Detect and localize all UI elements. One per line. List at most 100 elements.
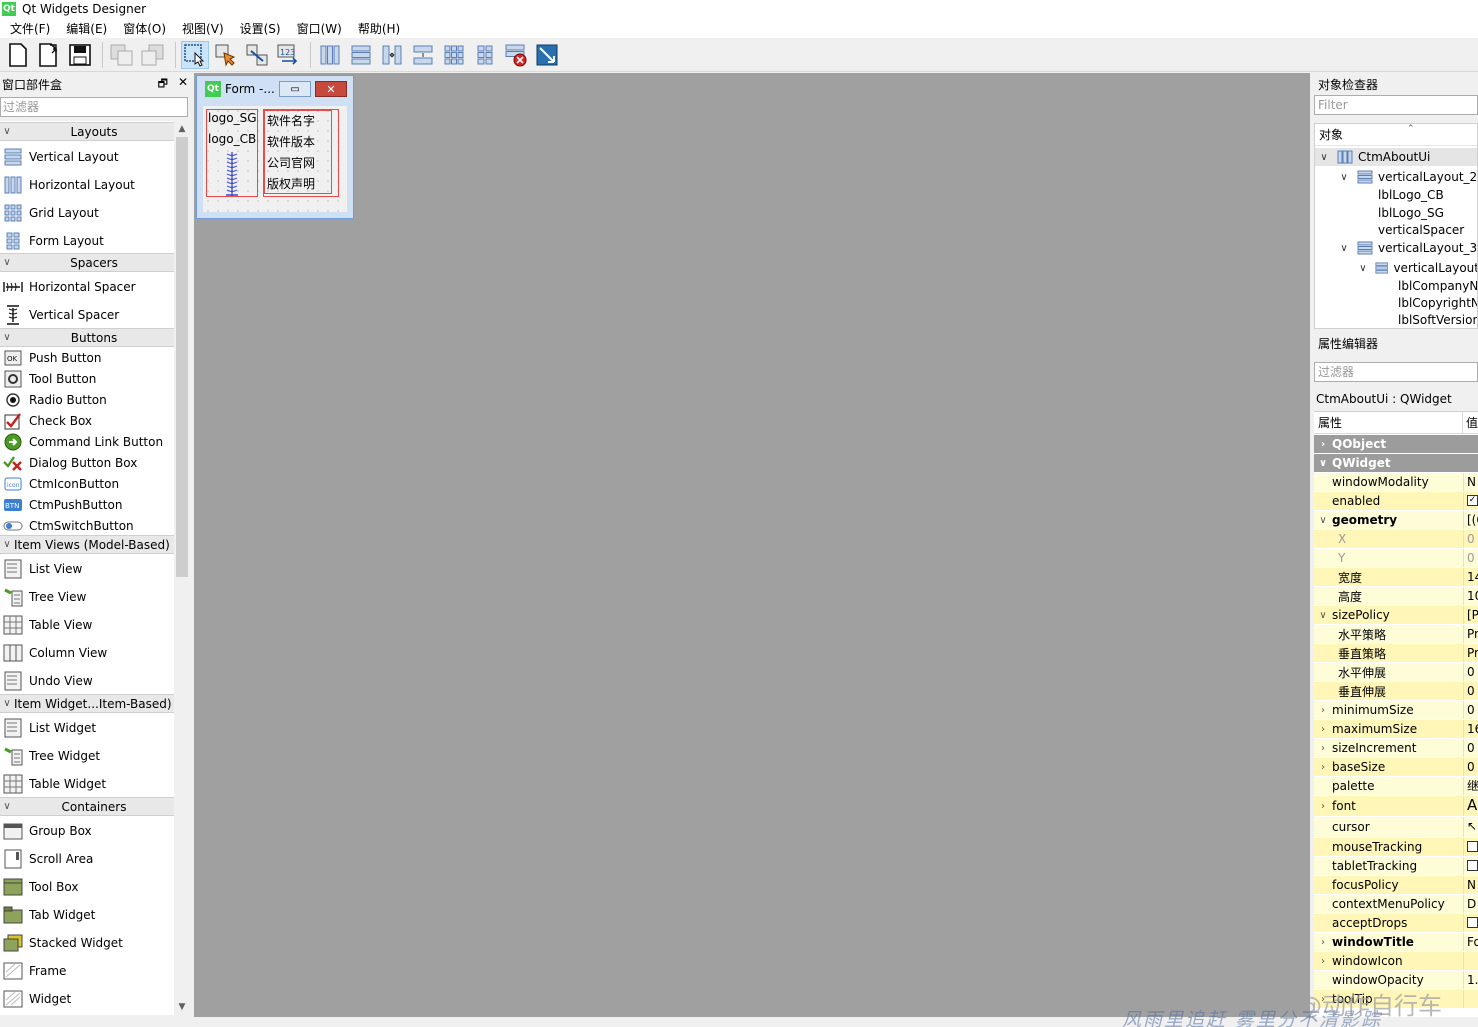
property-column-header[interactable]: 属性 bbox=[1314, 412, 1463, 433]
chevron-right-icon[interactable]: › bbox=[1314, 762, 1332, 773]
lay-out-form-button[interactable] bbox=[471, 41, 499, 69]
tablettracking-checkbox[interactable] bbox=[1467, 860, 1478, 871]
widget-item-vertical-layout[interactable]: Vertical Layout bbox=[0, 143, 174, 171]
widget-item-command-link-button[interactable]: Command Link Button bbox=[0, 431, 174, 452]
lay-out-vertical-splitter-button[interactable] bbox=[409, 41, 437, 69]
new-file-button[interactable] bbox=[4, 41, 32, 69]
prop-windowicon[interactable]: › windowIcon bbox=[1314, 952, 1478, 971]
lay-out-vertically-button[interactable] bbox=[347, 41, 375, 69]
widget-item-tree-widget[interactable]: Tree Widget bbox=[0, 742, 174, 770]
prop-geometry-x[interactable]: X0 bbox=[1314, 530, 1478, 549]
lay-out-grid-button[interactable] bbox=[440, 41, 468, 69]
float-dock-icon[interactable]: 🗗 bbox=[158, 75, 168, 94]
vertical-spacer-icon[interactable] bbox=[225, 152, 239, 196]
prop-windowtitle[interactable]: ›windowTitleFo bbox=[1314, 933, 1478, 952]
widget-item-dialog-button-box[interactable]: Dialog Button Box bbox=[0, 452, 174, 473]
acceptdrops-checkbox[interactable] bbox=[1467, 917, 1478, 928]
widget-item-widget[interactable]: Widget bbox=[0, 985, 174, 1013]
right-vertical-layout[interactable]: 软件名字 软件版本 公司官网 版权声明 bbox=[263, 109, 339, 197]
widget-item-group-box[interactable]: Group Box bbox=[0, 817, 174, 845]
enabled-checkbox[interactable]: ✓ bbox=[1467, 495, 1478, 506]
chevron-right-icon[interactable]: › bbox=[1314, 724, 1332, 735]
widget-item-stacked-widget[interactable]: Stacked Widget bbox=[0, 929, 174, 957]
bring-to-front-button[interactable] bbox=[108, 41, 136, 69]
menu-view[interactable]: 视图(V) bbox=[174, 20, 232, 37]
chevron-right-icon[interactable]: › bbox=[1314, 743, 1332, 754]
prop-vpolicy[interactable]: 垂直策略 Pr bbox=[1314, 644, 1478, 663]
prop-tablettracking[interactable]: tabletTracking bbox=[1314, 857, 1478, 876]
tree-row-ctmaboutui[interactable]: ∨ CtmAboutUi bbox=[1315, 148, 1477, 166]
prop-minimumsize[interactable]: › minimumSize 0 bbox=[1314, 701, 1478, 720]
menu-help[interactable]: 帮助(H) bbox=[350, 20, 408, 37]
left-vertical-layout[interactable]: logo_SG logo_CB bbox=[206, 109, 258, 197]
logo-sg-label[interactable]: logo_SG bbox=[208, 111, 257, 125]
prop-basesize[interactable]: › baseSize 0 bbox=[1314, 758, 1478, 777]
menu-settings[interactable]: 设置(S) bbox=[232, 20, 289, 37]
tree-row-lblcompanyname[interactable]: lblCompanyName bbox=[1315, 277, 1477, 295]
prop-geometry[interactable]: ∨geometry[(0 bbox=[1314, 511, 1478, 530]
widget-item-list-widget[interactable]: List Widget bbox=[0, 714, 174, 742]
close-icon[interactable]: ✕ bbox=[315, 81, 347, 97]
scroll-down-icon[interactable]: ▼ bbox=[174, 999, 190, 1015]
software-version-label[interactable]: 软件版本 bbox=[267, 133, 315, 150]
chevron-right-icon[interactable]: › bbox=[1314, 956, 1332, 967]
category-spacers[interactable]: ∨ Spacers bbox=[0, 253, 174, 272]
widget-item-table-view[interactable]: Table View bbox=[0, 611, 174, 639]
scrollbar-thumb[interactable] bbox=[176, 137, 188, 577]
prop-maximumsize[interactable]: ›maximumSize16 bbox=[1314, 720, 1478, 739]
minimize-icon[interactable]: ▭ bbox=[279, 81, 311, 97]
send-to-back-button[interactable] bbox=[139, 41, 167, 69]
prop-geometry-height[interactable]: 高度10 bbox=[1314, 587, 1478, 606]
widget-item-check-box[interactable]: Check Box bbox=[0, 410, 174, 431]
chevron-down-icon[interactable]: ∨ bbox=[1337, 243, 1351, 254]
prop-group-qobject[interactable]: › QObject bbox=[1314, 435, 1478, 454]
widget-item-form-layout[interactable]: Form Layout bbox=[0, 227, 174, 255]
widget-item-tool-button[interactable]: Tool Button bbox=[0, 368, 174, 389]
widget-item-scroll-area[interactable]: Scroll Area bbox=[0, 845, 174, 873]
menu-edit[interactable]: 编辑(E) bbox=[58, 20, 115, 37]
widget-item-horizontal-spacer[interactable]: Horizontal Spacer bbox=[0, 273, 174, 301]
widget-item-list-view[interactable]: List View bbox=[0, 555, 174, 583]
chevron-down-icon[interactable]: ∨ bbox=[1337, 172, 1351, 183]
prop-enabled[interactable]: enabled ✓ bbox=[1314, 492, 1478, 511]
value-column-header[interactable]: 值 bbox=[1463, 412, 1478, 433]
widget-item-ctm-switch-button[interactable]: CtmSwitchButton bbox=[0, 515, 174, 536]
prop-hstretch[interactable]: 水平伸展 0 bbox=[1314, 663, 1478, 682]
edit-widgets-button[interactable] bbox=[181, 40, 209, 69]
software-name-label[interactable]: 软件名字 bbox=[267, 112, 315, 129]
lay-out-horizontally-button[interactable] bbox=[316, 41, 344, 69]
mousetracking-checkbox[interactable] bbox=[1467, 841, 1478, 852]
copyright-label[interactable]: 版权声明 bbox=[267, 175, 315, 192]
edit-signals-slots-button[interactable] bbox=[212, 41, 240, 69]
widget-item-ctm-icon-button[interactable]: icon CtmIconButton bbox=[0, 473, 174, 494]
scroll-up-icon[interactable]: ▲ bbox=[174, 121, 190, 137]
widget-item-push-button[interactable]: OK Push Button bbox=[0, 347, 174, 368]
form-window[interactable]: Qt Form -... ▭ ✕ logo_SG logo_CB 软件名字 软件… bbox=[196, 75, 354, 219]
close-dock-icon[interactable]: ✕ bbox=[178, 75, 188, 94]
category-containers[interactable]: ∨ Containers bbox=[0, 797, 174, 816]
chevron-down-icon[interactable]: ∨ bbox=[1317, 152, 1331, 163]
widget-item-tab-widget[interactable]: Tab Widget bbox=[0, 901, 174, 929]
widget-item-undo-view[interactable]: Undo View bbox=[0, 667, 174, 695]
object-column-header[interactable]: 对象 ⌃ bbox=[1315, 124, 1477, 146]
widget-item-tool-box[interactable]: Tool Box bbox=[0, 873, 174, 901]
prop-group-qwidget[interactable]: ∨ QWidget bbox=[1314, 454, 1478, 473]
tree-row-lblsoftversion[interactable]: lblSoftVersion bbox=[1315, 311, 1477, 328]
tree-row-lbllogo-sg[interactable]: lblLogo_SG bbox=[1315, 204, 1477, 222]
chevron-right-icon[interactable]: › bbox=[1314, 801, 1332, 812]
chevron-down-icon[interactable]: ∨ bbox=[1314, 610, 1332, 621]
chevron-down-icon[interactable]: ∨ bbox=[1357, 263, 1369, 274]
break-layout-button[interactable] bbox=[502, 41, 530, 69]
prop-mousetracking[interactable]: mouseTracking bbox=[1314, 838, 1478, 857]
prop-palette[interactable]: palette 继 bbox=[1314, 777, 1478, 796]
prop-vstretch[interactable]: 垂直伸展 0 bbox=[1314, 682, 1478, 701]
chevron-down-icon[interactable]: ∨ bbox=[1314, 515, 1332, 526]
inner-vertical-layout[interactable]: 软件名字 软件版本 公司官网 版权声明 bbox=[264, 110, 332, 194]
prop-sizeincrement[interactable]: › sizeIncrement 0 bbox=[1314, 739, 1478, 758]
prop-focuspolicy[interactable]: focusPolicy N bbox=[1314, 876, 1478, 895]
tree-row-lbllogo-cb[interactable]: lblLogo_CB bbox=[1315, 186, 1477, 204]
prop-contextmenupolicy[interactable]: contextMenuPolicy D bbox=[1314, 895, 1478, 914]
category-buttons[interactable]: ∨ Buttons bbox=[0, 328, 174, 347]
widget-item-frame[interactable]: Frame bbox=[0, 957, 174, 985]
lay-out-horizontal-splitter-button[interactable] bbox=[378, 41, 406, 69]
